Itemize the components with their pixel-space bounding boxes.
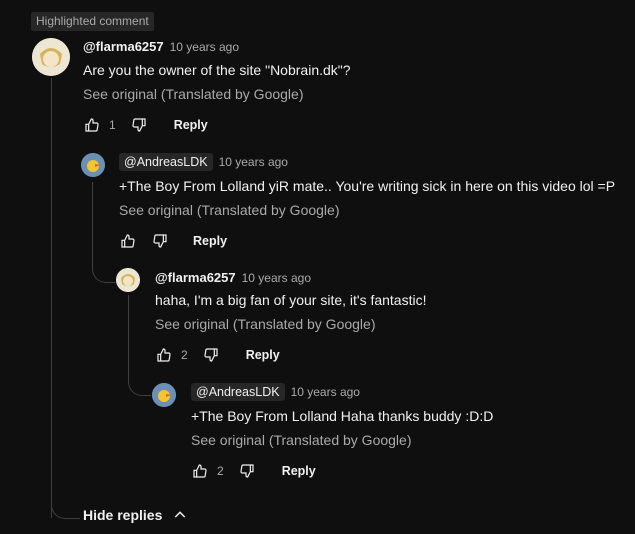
avatar[interactable] (81, 153, 105, 177)
comment-timestamp[interactable]: 10 years ago (170, 40, 239, 54)
comment-header: @AndreasLDK 10 years ago (191, 383, 360, 401)
thread-line-reply-1 (92, 182, 93, 242)
avatar[interactable] (152, 383, 176, 407)
dislike-button[interactable] (151, 232, 169, 250)
comment-actions: 2 Reply (155, 345, 280, 365)
comment-author[interactable]: @flarma6257 (155, 270, 236, 285)
dislike-button[interactable] (202, 346, 220, 364)
highlighted-comment-badge: Highlighted comment (31, 12, 154, 31)
comment-header: @flarma6257 10 years ago (155, 270, 311, 285)
comment-actions: 1 Reply (83, 115, 208, 135)
hide-replies-label: Hide replies (83, 507, 163, 523)
comment-header: @AndreasLDK 10 years ago (119, 153, 288, 171)
see-original-link[interactable]: See original (Translated by Google) (191, 432, 412, 448)
comment-author[interactable]: @flarma6257 (83, 39, 164, 54)
comment-timestamp[interactable]: 10 years ago (242, 271, 311, 285)
avatar[interactable] (32, 38, 70, 76)
thumbs-down-icon (204, 348, 218, 362)
avatar[interactable] (116, 268, 140, 292)
comment-author[interactable]: @AndreasLDK (191, 383, 285, 401)
comment-text: Are you the owner of the site "Nobrain.d… (83, 62, 351, 78)
thumbs-up-icon (157, 348, 171, 362)
see-original-link[interactable]: See original (Translated by Google) (119, 202, 340, 218)
thread-curve-reply-1 (92, 242, 115, 283)
thumbs-up-icon (121, 234, 135, 248)
comment-actions: 2 Reply (191, 461, 316, 481)
thread-line-main (51, 78, 52, 518)
comment-text: haha, I'm a big fan of your site, it's f… (155, 292, 427, 308)
dislike-button[interactable] (238, 462, 256, 480)
reply-button[interactable]: Reply (246, 348, 280, 362)
reply-button[interactable]: Reply (193, 234, 227, 248)
thumbs-down-icon (132, 118, 146, 132)
thumbs-up-icon (193, 464, 207, 478)
comment-text: +The Boy From Lolland yiR mate.. You're … (119, 178, 616, 194)
like-count: 2 (181, 348, 188, 362)
hide-replies-button[interactable]: Hide replies (83, 507, 188, 523)
thread-curve-reply-2 (128, 355, 151, 396)
reply-button[interactable]: Reply (282, 464, 316, 478)
comment-author[interactable]: @AndreasLDK (119, 153, 213, 171)
like-button[interactable] (83, 116, 101, 134)
comment-text: +The Boy From Lolland Haha thanks buddy … (191, 408, 494, 424)
thread-curve-root (51, 478, 80, 519)
reply-button[interactable]: Reply (174, 118, 208, 132)
chevron-up-icon (175, 511, 186, 518)
like-button[interactable] (119, 232, 137, 250)
thumbs-up-icon (85, 118, 99, 132)
see-original-link[interactable]: See original (Translated by Google) (155, 316, 376, 332)
comment-actions: Reply (119, 231, 227, 251)
comment-timestamp[interactable]: 10 years ago (219, 155, 288, 169)
like-button[interactable] (155, 346, 173, 364)
comment-header: @flarma6257 10 years ago (83, 39, 239, 54)
thumbs-down-icon (240, 464, 254, 478)
dislike-button[interactable] (130, 116, 148, 134)
comment-timestamp[interactable]: 10 years ago (291, 385, 360, 399)
like-button[interactable] (191, 462, 209, 480)
thread-line-reply-2 (128, 295, 129, 355)
see-original-link[interactable]: See original (Translated by Google) (83, 86, 304, 102)
like-count: 1 (109, 118, 116, 132)
like-count: 2 (217, 464, 224, 478)
thumbs-down-icon (153, 234, 167, 248)
